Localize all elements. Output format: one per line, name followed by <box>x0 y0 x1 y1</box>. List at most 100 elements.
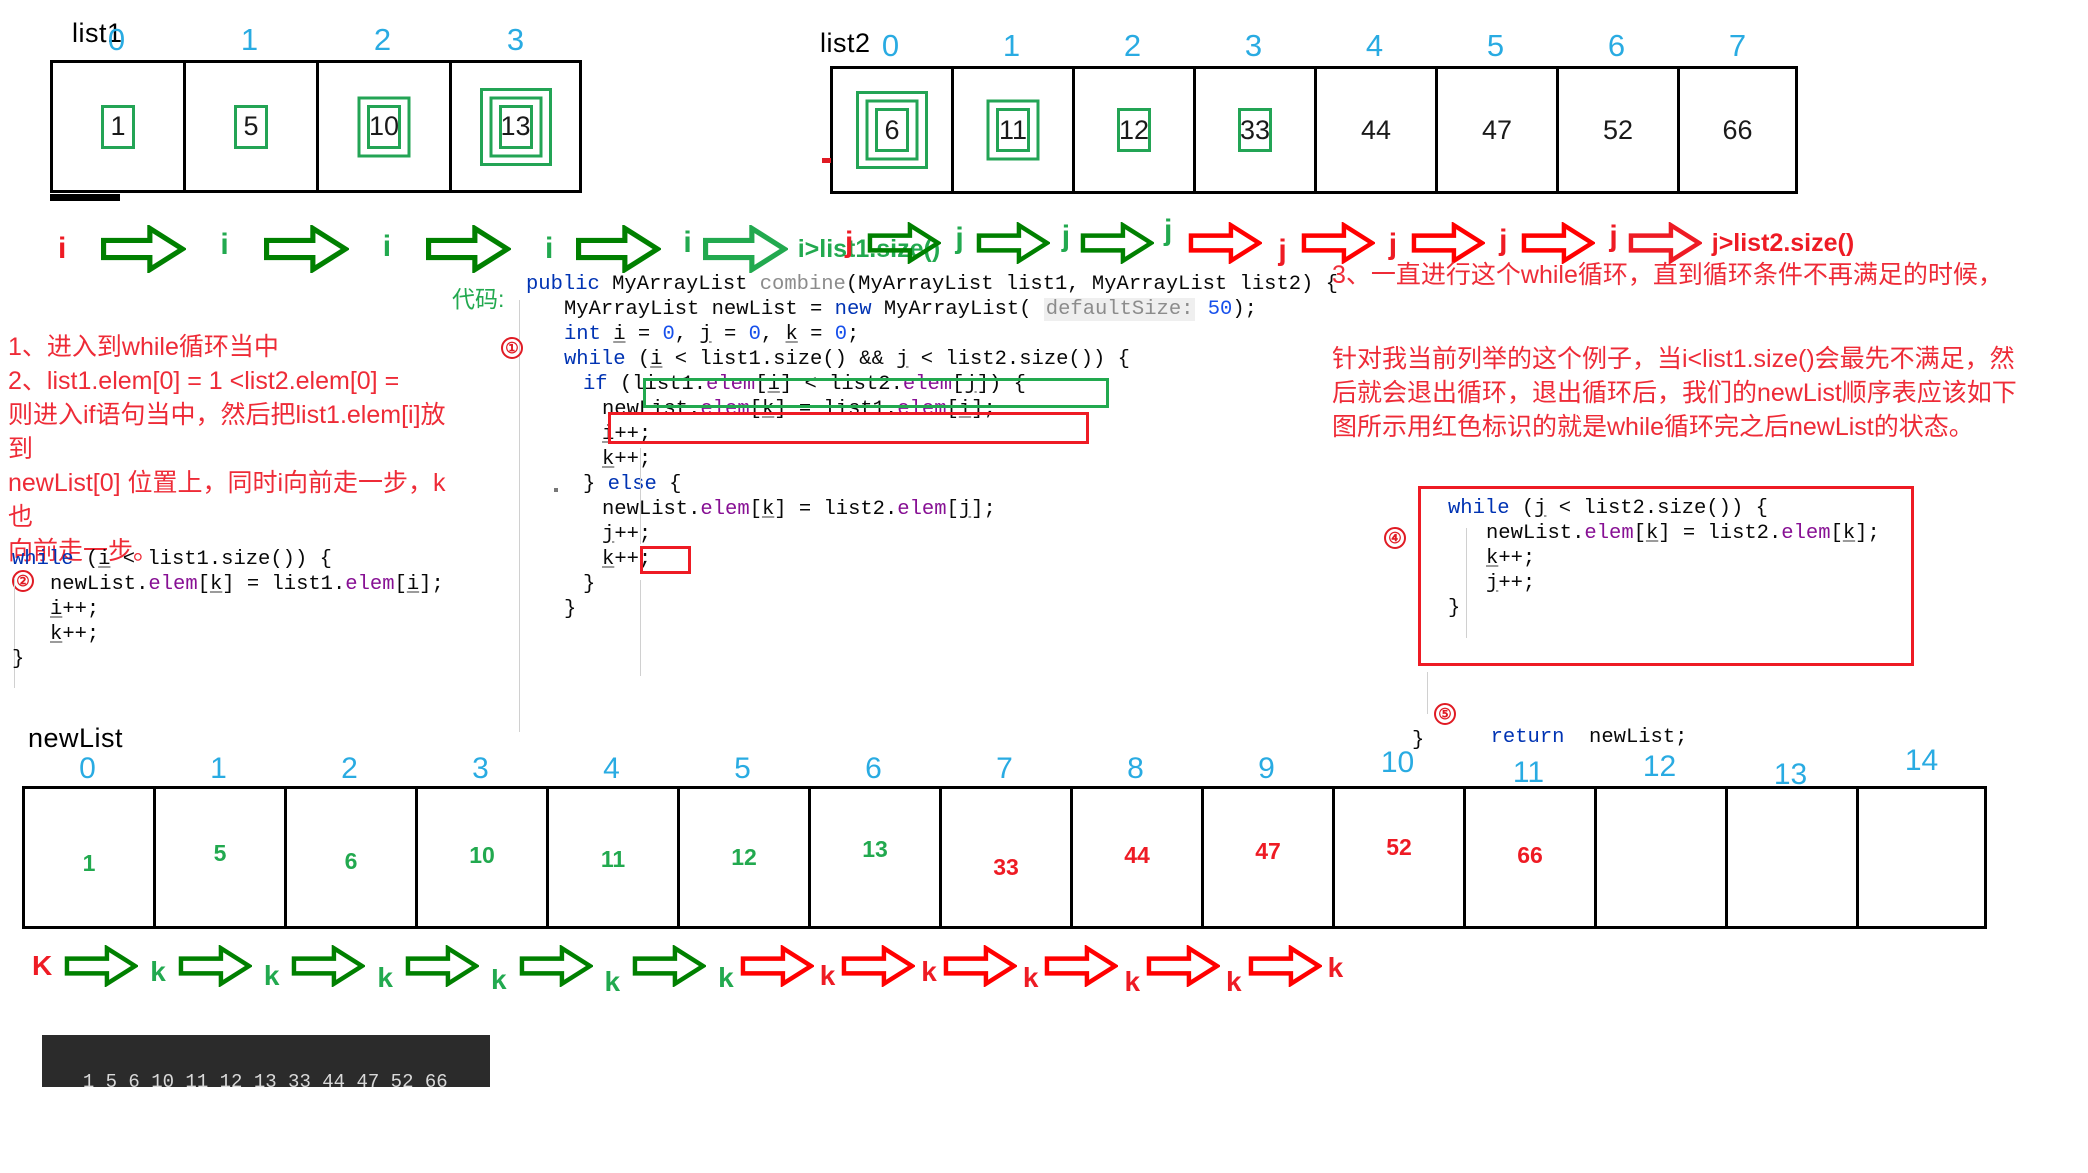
pointer-label: k <box>263 960 280 991</box>
k-pointer-track: Kk k k k k k k k k k k k <box>32 945 1344 996</box>
code-line: newList.elem[k] = list2.elem[k]; <box>1486 522 1880 545</box>
array-cell: 12 <box>677 786 808 929</box>
note-left: 1、进入到while循环当中 2、list1.elem[0] = 1 <list… <box>8 333 446 565</box>
cell-value: 44 <box>1360 114 1392 145</box>
array-cell: 5 <box>153 786 284 929</box>
step-arrow <box>943 945 1017 987</box>
code-line: } <box>564 598 577 621</box>
array-cell: 44 <box>1314 66 1435 194</box>
step-arrow <box>867 222 942 264</box>
index-label: 1 <box>210 752 227 785</box>
pointer-label: k <box>921 956 937 987</box>
index-label: 0 <box>107 22 126 57</box>
step-arrow <box>702 225 788 273</box>
code-line: j++; <box>1486 572 1536 595</box>
cell-value: 13 <box>862 836 888 862</box>
pointer-label: i <box>382 230 392 263</box>
if-body-guide <box>640 448 641 544</box>
array-cell: 47 <box>1201 786 1332 929</box>
index-label: 3 <box>506 22 525 57</box>
code-line: MyArrayList newList = new MyArrayList( d… <box>564 298 1257 321</box>
i-pointer-track: i i i i i i>list1.size() <box>58 225 940 273</box>
array-cell <box>1856 786 1987 929</box>
code-marker-5: ⑤ <box>1434 703 1456 725</box>
array-cell <box>1594 786 1725 929</box>
index-label: 4 <box>603 752 620 785</box>
array-cell: 1 <box>22 786 153 929</box>
pointer-label: k <box>1226 966 1242 997</box>
if-condition-highlight <box>608 412 1089 444</box>
cell-value: 11 <box>600 846 626 872</box>
index-label: 12 <box>1642 750 1677 783</box>
step-arrow <box>519 945 593 987</box>
pointer-label: j <box>1388 228 1398 261</box>
code-marker-4: ④ <box>1384 527 1406 549</box>
cell-value: 5 <box>213 840 227 866</box>
step-arrow <box>178 945 252 987</box>
step-arrow <box>1188 222 1263 264</box>
loop-exit-condition: j>list2.size() <box>1711 228 1855 257</box>
pointer-label: k <box>1022 962 1039 993</box>
code-block-4: while (j < list2.size()) {newList.elem[k… <box>1448 496 1880 621</box>
cell-value: 13 <box>500 111 531 141</box>
code-line: i++; <box>50 598 100 621</box>
index-label: 4 <box>1365 28 1384 63</box>
step-arrow <box>405 945 479 987</box>
code-line: } else { <box>583 473 682 496</box>
index-label: 3 <box>1244 28 1263 63</box>
code-line: k++; <box>50 623 100 646</box>
array-cell: 10 <box>415 786 546 929</box>
pointer-label: k <box>1327 952 1344 983</box>
code-block-2: while (i < list1.size()) {newList.elem[k… <box>12 547 444 672</box>
code-line: newList.elem[k] = list1.elem[i]; <box>50 573 444 596</box>
index-label: 1 <box>240 22 259 57</box>
step-arrow <box>64 945 139 987</box>
pointer-label: k <box>150 956 166 987</box>
pointer-label: i <box>220 228 229 261</box>
list1-array: 1 5 10 13 <box>50 60 582 193</box>
cell-value: 5 <box>243 111 259 141</box>
array-cell: 33 <box>939 786 1070 929</box>
step-arrow <box>841 945 916 987</box>
cell-value: 1 <box>82 850 96 876</box>
code-label: 代码: <box>452 286 505 312</box>
pointer-label: k <box>1124 966 1141 997</box>
note-right-2: 针对我当前列举的这个例子，当i<list1.size()会最先不满足，然 后就会… <box>1332 345 2017 441</box>
array-cell: 6 <box>284 786 415 929</box>
index-label: 7 <box>996 752 1013 785</box>
array-cell: 11 <box>546 786 677 929</box>
array-cell: 13 <box>449 60 582 193</box>
code-line: while (i < list1.size() && j < list2.siz… <box>564 348 1130 371</box>
index-label: 7 <box>1728 28 1747 63</box>
cell-value: 1 <box>110 111 126 141</box>
cell-value: 11 <box>998 114 1028 145</box>
step-arrow <box>1080 222 1155 264</box>
index-label: 11 <box>1512 756 1545 789</box>
index-label: 6 <box>865 752 882 785</box>
step-arrow <box>632 945 707 987</box>
code-line: k++; <box>1486 547 1536 570</box>
index-label: 5 <box>1486 28 1505 63</box>
code-line: } <box>1448 597 1461 620</box>
cell-value: 12 <box>731 844 757 870</box>
newlist-index-row: 0 1 2 3 4 5 6 7 8 9 10 11 12 13 14 <box>22 744 1987 791</box>
newlist-label: newList <box>28 723 124 753</box>
note-right-1: 3、一直进行这个while循环，直到循环条件不再满足的时候， <box>1332 261 2003 289</box>
pointer-label: j <box>845 226 854 259</box>
cell-value: 6 <box>884 114 900 145</box>
pointer-label: k <box>819 960 836 991</box>
cell-value: 52 <box>1386 834 1412 860</box>
newlist-array: 1 5 6 10 11 12 13 33 44 47 52 66 <box>22 786 1987 929</box>
index-label: 2 <box>373 22 392 57</box>
pointer-label: j <box>1061 220 1071 253</box>
code-line: k++; <box>602 448 652 471</box>
step-arrow <box>740 945 814 987</box>
pointer-label: j <box>1164 214 1173 247</box>
step-arrow <box>976 222 1050 264</box>
list1-index-row: 0 1 2 3 <box>50 22 582 58</box>
array-cell: 66 <box>1463 786 1594 929</box>
list2-array: 6 11 12 33 44 47 52 66 <box>830 66 1798 194</box>
index-label: 0 <box>881 28 900 63</box>
array-cell: 33 <box>1193 66 1314 194</box>
code-line: k++; <box>602 548 652 571</box>
